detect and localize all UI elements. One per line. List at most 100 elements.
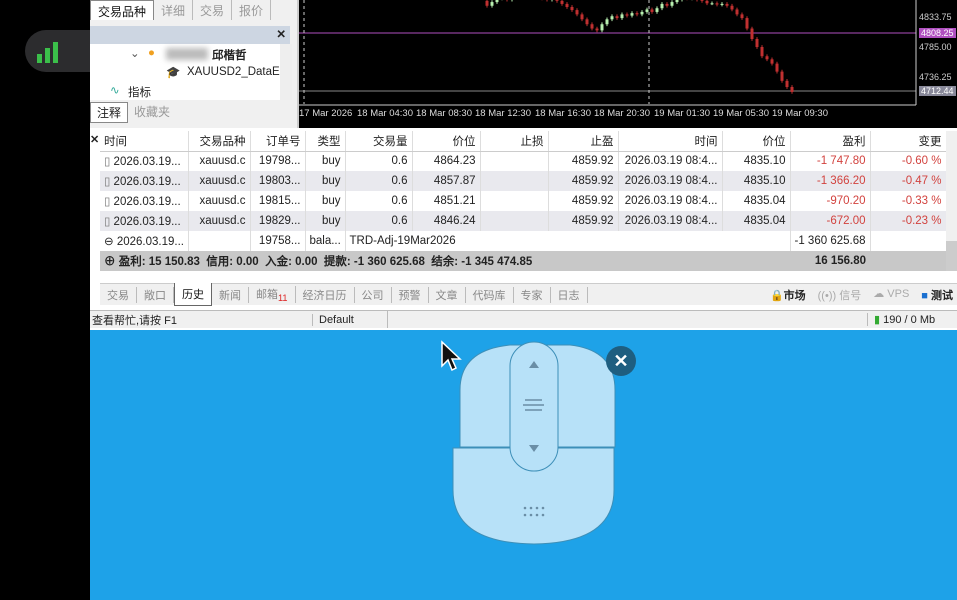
column-header[interactable]: 交易品种 [188, 131, 251, 152]
tab-terminal[interactable]: 预警 [392, 286, 429, 303]
candle [620, 14, 624, 19]
table-cell [480, 151, 549, 171]
history-table: 时间 交易品种 订单号 类型 交易量 价位 止损 止盈 时间 价位 盈利 变更 ▯ 2026.03.1… [100, 131, 947, 271]
balance-row[interactable]: ⊖ 2026.03.19... 19758... bala... TRD-Adj… [100, 231, 947, 251]
tab-terminal[interactable]: 日志 [551, 286, 588, 303]
candle [645, 9, 649, 12]
tab-terminal[interactable]: 新闻 [212, 286, 249, 303]
close-icon[interactable]: ✕ [276, 27, 286, 41]
candle [615, 16, 619, 19]
table-cell: xauusd.c [188, 171, 251, 191]
candle [630, 13, 634, 16]
price-chart[interactable]: 4833.75 4808.25 4785.00 4736.25 4712.44 … [297, 0, 957, 128]
tab-favorites[interactable]: 收藏夹 [128, 102, 176, 123]
candle [735, 9, 739, 15]
table-cell: 2026.03.19 08:4... [618, 191, 723, 211]
time-label: 18 Mar 08:30 [416, 108, 472, 119]
candle [705, 0, 709, 4]
tab-trade[interactable]: 交易 [193, 0, 233, 20]
tab-signals[interactable]: ((•)) 信号 [818, 287, 862, 303]
column-header[interactable]: 止盈 [548, 131, 619, 152]
column-header[interactable]: 价位 [722, 131, 791, 152]
status-bar: 查看帮忙,请按 F1 Default ▮ 190 / 0 Mb [90, 310, 957, 328]
tab-details[interactable]: 详细 [154, 0, 194, 20]
candle [655, 8, 659, 12]
connection-icon: ▮ [874, 314, 881, 326]
candle [745, 18, 749, 29]
close-icon[interactable]: ✕ [90, 133, 99, 146]
column-header[interactable]: 时间 [100, 131, 189, 152]
user-icon: ● [148, 47, 155, 59]
table-row[interactable]: ▯ 2026.03.19... xauusd.c 19803... buy 0.6 485… [100, 171, 947, 191]
table-cell: 4835.04 [722, 191, 791, 211]
navigator-scrollbar[interactable] [280, 44, 292, 100]
tab-vps[interactable]: ☁ VPS [873, 287, 909, 303]
table-cell: -970.20 [790, 191, 871, 211]
summary-text: ⊕ 盈利: 15 150.83 信用: 0.00 入金: 0.00 提款: -1… [100, 251, 790, 271]
table-cell: 4864.23 [412, 151, 481, 171]
tab-quotes[interactable]: 报价 [232, 0, 272, 20]
table-cell: 0.6 [345, 171, 413, 191]
mouse-cursor-icon [441, 340, 462, 372]
tab-symbols[interactable]: 交易品种 [90, 0, 155, 20]
status-profile: Default [312, 313, 387, 326]
table-row[interactable]: ▯ 2026.03.19... xauusd.c 19815... buy 0.6 485… [100, 191, 947, 211]
indicators-node[interactable]: 指标 [128, 84, 151, 100]
table-cell: ▯ 2026.03.19... [100, 151, 189, 171]
tab-terminal[interactable]: 公司 [355, 286, 392, 303]
column-header[interactable]: 价位 [412, 131, 481, 152]
candle [765, 56, 769, 60]
tab-terminal[interactable]: 历史 [174, 283, 212, 306]
table-cell: -0.23 % [870, 211, 947, 231]
table-cell: xauusd.c [188, 211, 251, 231]
server-name[interactable]: XAUUSD2_DataE [187, 66, 280, 78]
table-cell: 4835.10 [722, 151, 791, 171]
column-header[interactable]: 止损 [480, 131, 549, 152]
deal-icon: ▯ [104, 196, 111, 208]
tab-tester[interactable]: ■ 测试 [921, 287, 953, 303]
navigator-tabs: 交易品种 详细 交易 报价 [90, 0, 297, 20]
candle [565, 3, 569, 7]
candle [555, 0, 559, 1]
tab-terminal[interactable]: 文章 [429, 286, 466, 303]
column-header[interactable]: 交易量 [345, 131, 413, 152]
price-label-bid: 4808.25 [919, 28, 956, 38]
tab-terminal[interactable]: 交易 [100, 286, 137, 303]
table-row[interactable]: ▯ 2026.03.19... xauusd.c 19798... buy 0.6 486… [100, 151, 947, 171]
table-cell: 2026.03.19 08:4... [618, 211, 723, 231]
table-cell: 19803... [250, 171, 306, 191]
candle [570, 7, 574, 11]
column-header[interactable]: 盈利 [790, 131, 871, 152]
tab-comments[interactable]: 注释 [90, 102, 129, 123]
table-cell [480, 191, 549, 211]
tab-terminal[interactable]: 代码库 [466, 286, 514, 303]
table-cell: 4846.24 [412, 211, 481, 231]
candle [640, 11, 644, 15]
candle [700, 0, 704, 1]
chevron-down-icon[interactable]: ⌄ [130, 46, 140, 60]
table-cell: 19829... [250, 211, 306, 231]
candle [580, 14, 584, 20]
column-header[interactable]: 时间 [618, 131, 723, 152]
tab-terminal[interactable]: 邮箱11 [249, 285, 296, 304]
tab-terminal[interactable]: 经济日历 [296, 286, 355, 303]
indicator-icon: ∿ [110, 85, 120, 97]
column-header[interactable]: 变更 [870, 131, 947, 152]
time-label: 17 Mar 2026 [299, 108, 353, 119]
close-widget-button[interactable]: ✕ [606, 346, 636, 376]
table-cell: 4851.21 [412, 191, 481, 211]
candle [495, 0, 499, 3]
candle [780, 71, 784, 81]
column-header[interactable]: 订单号 [250, 131, 306, 152]
tab-market[interactable]: 🔒市场 [770, 287, 806, 303]
tester-icon: ■ [921, 290, 928, 302]
account-name[interactable]: 邱楷哲 [212, 47, 247, 63]
table-cell [480, 171, 549, 191]
tab-terminal[interactable]: 敞口 [137, 286, 174, 303]
table-row[interactable]: ▯ 2026.03.19... xauusd.c 19829... buy 0.6 484… [100, 211, 947, 231]
column-header[interactable]: 类型 [305, 131, 346, 152]
balance-order: 19758... [250, 231, 306, 251]
balance-profit: -1 360 625.68 [790, 231, 871, 251]
table-scrollbar[interactable] [946, 131, 957, 271]
tab-terminal[interactable]: 专家 [514, 286, 551, 303]
